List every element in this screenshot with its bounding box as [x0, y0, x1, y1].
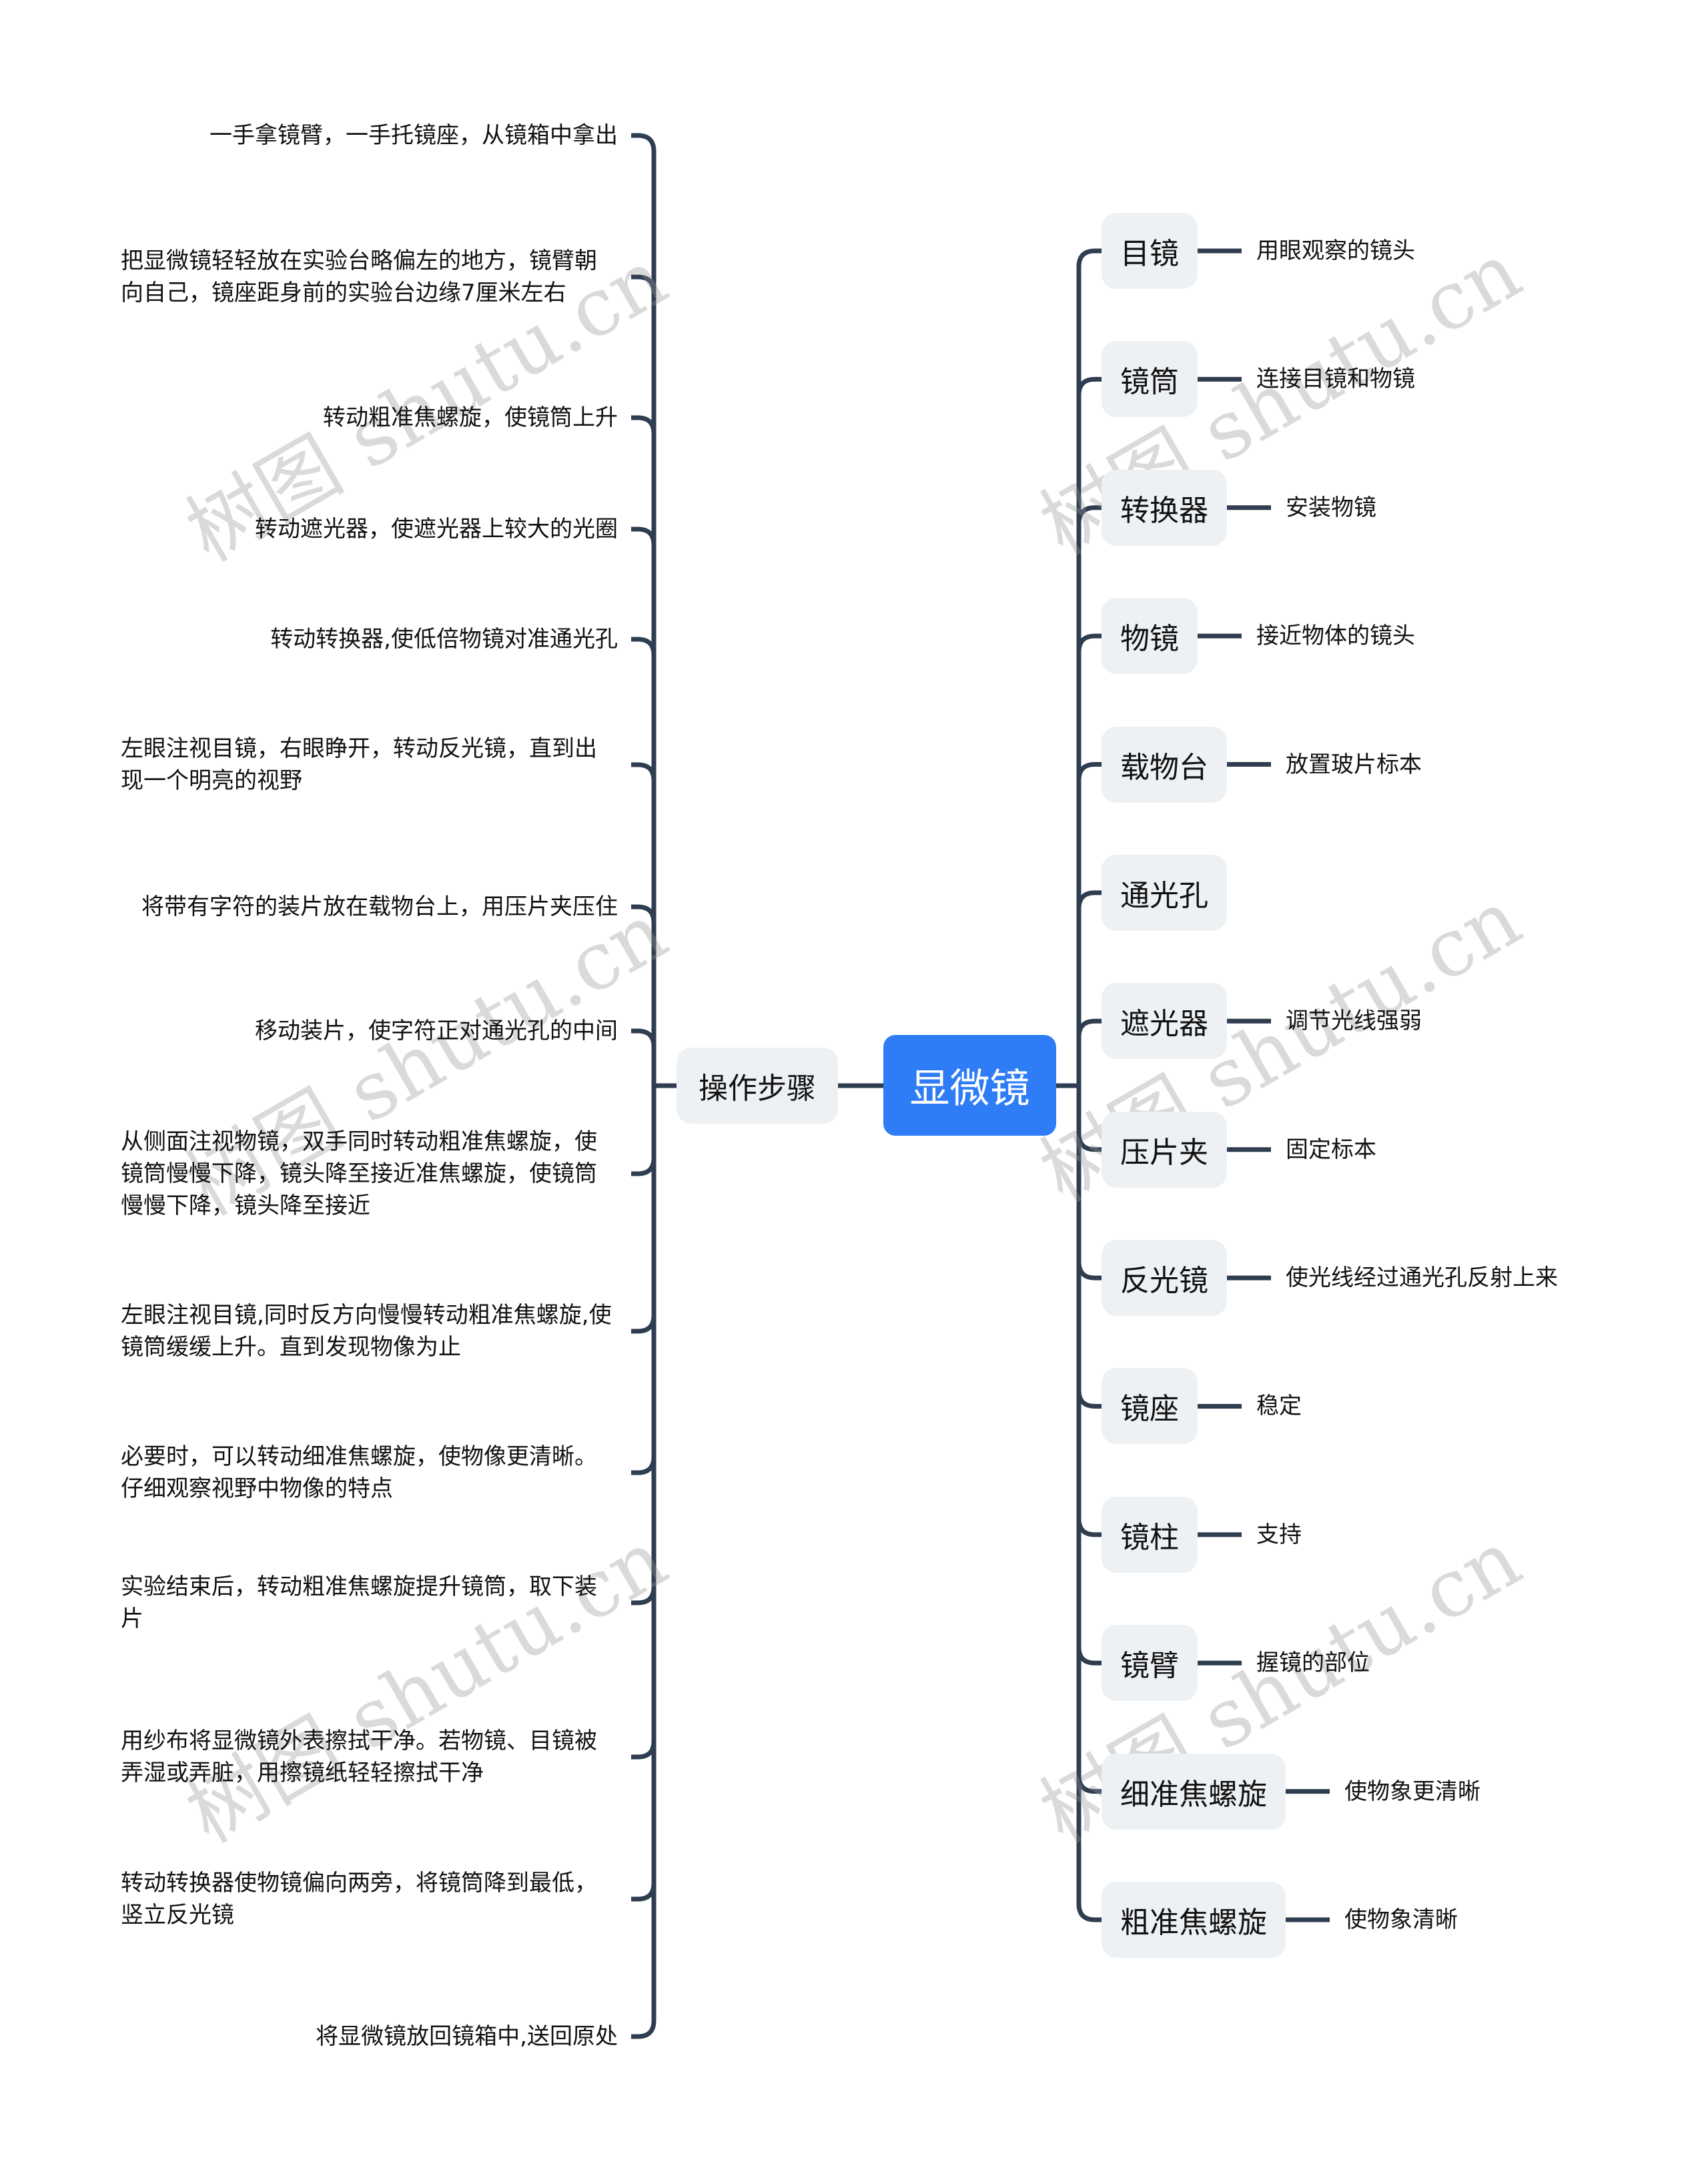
part-description[interactable]: 连接目镜和物镜	[1256, 366, 1415, 392]
step-item[interactable]: 用纱布将显微镜外表擦拭干净。若物镜、目镜被弄湿或弄脏，用擦镜纸轻轻擦拭干净	[121, 1725, 618, 1789]
part-node[interactable]: 细准焦螺旋	[1102, 1753, 1286, 1830]
step-connector	[631, 1315, 657, 1334]
part-node[interactable]: 物镜	[1102, 598, 1198, 675]
part-node[interactable]: 镜座	[1102, 1368, 1198, 1445]
step-connector	[631, 133, 657, 152]
part-connector	[1076, 505, 1102, 524]
part-node-label: 镜座	[1120, 1392, 1179, 1427]
part-connector	[1076, 1133, 1102, 1152]
part-connector	[1076, 1647, 1102, 1666]
step-item[interactable]: 转动转换器使物镜偏向两旁，将镜筒降到最低，竖立反光镜	[121, 1867, 618, 1931]
step-connector	[631, 526, 657, 546]
part-node[interactable]: 通光孔	[1102, 854, 1227, 931]
step-connector	[631, 1157, 657, 1176]
part-node-label: 反光镜	[1120, 1264, 1208, 1299]
step-item[interactable]: 将带有字符的装片放在载物台上，用压片夹压住	[121, 891, 618, 923]
branch-operation-steps[interactable]: 操作步骤	[677, 1048, 838, 1124]
part-node[interactable]: 镜柱	[1102, 1496, 1198, 1573]
part-connector	[1076, 762, 1102, 781]
step-item[interactable]: 转动转换器,使低倍物镜对准通光孔	[121, 623, 618, 655]
step-connector	[631, 2020, 657, 2039]
step-item[interactable]: 移动装片，使字符正对通光孔的中间	[121, 1015, 618, 1047]
connector-lines	[631, 133, 1330, 2039]
part-connector	[1076, 1390, 1102, 1409]
part-description[interactable]: 支持	[1256, 1521, 1302, 1548]
part-description[interactable]: 固定标本	[1286, 1136, 1376, 1163]
step-item[interactable]: 将显微镜放回镜箱中,送回原处	[121, 2021, 618, 2053]
part-connector	[1076, 890, 1102, 910]
part-connector	[1076, 1518, 1102, 1537]
step-item[interactable]: 从侧面注视物镜，双手同时转动粗准焦螺旋，使镜筒慢慢下降，镜头降至接近准焦螺旋，使…	[121, 1126, 618, 1222]
part-connector	[1076, 1261, 1102, 1281]
part-connector	[1076, 248, 1102, 268]
part-description[interactable]: 使光线经过通光孔反射上来	[1286, 1264, 1558, 1291]
part-connector	[1076, 1775, 1102, 1794]
part-connector	[1076, 376, 1102, 396]
part-node-label: 目镜	[1120, 237, 1179, 271]
part-connector	[1076, 633, 1102, 653]
root-node-label: 显微镜	[909, 1066, 1030, 1112]
step-item[interactable]: 实验结束后，转动粗准焦螺旋提升镜筒，取下装片	[121, 1571, 618, 1635]
step-item[interactable]: 左眼注视目镜，右眼睁开，转动反光镜，直到出现一个明亮的视野	[121, 733, 618, 797]
part-node[interactable]: 镜臂	[1102, 1625, 1198, 1702]
branch-operation-steps-label: 操作步骤	[699, 1072, 816, 1106]
step-item[interactable]: 左眼注视目镜,同时反方向慢慢转动粗准焦螺旋,使镜筒缓缓上升。直到发现物像为止	[121, 1299, 618, 1363]
part-description[interactable]: 握镜的部位	[1256, 1650, 1370, 1676]
step-connector	[631, 415, 657, 434]
part-description[interactable]: 使物象更清晰	[1344, 1778, 1480, 1805]
step-connector	[631, 1740, 657, 1760]
part-node-label: 转换器	[1120, 493, 1208, 528]
part-node-label: 物镜	[1120, 622, 1179, 657]
root-node-microscope[interactable]: 显微镜	[883, 1035, 1056, 1136]
part-connector	[1076, 1903, 1102, 1922]
part-description[interactable]: 接近物体的镜头	[1256, 623, 1415, 649]
step-connector	[631, 1456, 657, 1475]
part-node-label: 镜臂	[1120, 1649, 1179, 1684]
part-node-label: 遮光器	[1120, 1007, 1208, 1042]
part-description[interactable]: 安装物镜	[1286, 494, 1376, 521]
part-node[interactable]: 目镜	[1102, 213, 1198, 289]
part-description[interactable]: 使物象清晰	[1344, 1906, 1458, 1933]
part-node-label: 镜柱	[1120, 1520, 1179, 1555]
part-node-label: 细准焦螺旋	[1120, 1777, 1267, 1812]
part-node-label: 载物台	[1120, 750, 1208, 785]
step-item[interactable]: 转动粗准焦螺旋，使镜筒上升	[121, 402, 618, 434]
part-node-label: 压片夹	[1120, 1135, 1208, 1170]
part-node[interactable]: 转换器	[1102, 469, 1227, 546]
part-node-label: 通光孔	[1120, 878, 1208, 913]
part-description[interactable]: 稳定	[1256, 1393, 1302, 1419]
step-connector	[631, 762, 657, 781]
step-item[interactable]: 把显微镜轻轻放在实验台略偏左的地方，镜臂朝向自己，镜座距身前的实验台边缘7厘米左…	[121, 245, 618, 309]
part-connector	[1076, 1018, 1102, 1038]
step-connector	[631, 1586, 657, 1605]
step-connector	[631, 637, 657, 656]
step-connector	[631, 1028, 657, 1048]
part-description[interactable]: 用眼观察的镜头	[1256, 238, 1415, 264]
step-connector	[631, 274, 657, 294]
part-node-label: 粗准焦螺旋	[1120, 1906, 1267, 1940]
step-item[interactable]: 转动遮光器，使遮光器上较大的光圈	[121, 513, 618, 545]
part-node[interactable]: 遮光器	[1102, 983, 1227, 1060]
part-node[interactable]: 镜筒	[1102, 341, 1198, 418]
part-node[interactable]: 压片夹	[1102, 1111, 1227, 1188]
part-description[interactable]: 调节光线强弱	[1286, 1008, 1422, 1034]
part-node[interactable]: 粗准焦螺旋	[1102, 1882, 1286, 1958]
step-item[interactable]: 必要时，可以转动细准焦螺旋，使物像更清晰。仔细观察视野中物像的特点	[121, 1441, 618, 1505]
step-item[interactable]: 一手拿镜臂，一手托镜座，从镜箱中拿出	[121, 119, 618, 151]
step-connector	[631, 1882, 657, 1902]
part-description[interactable]: 放置玻片标本	[1286, 751, 1422, 778]
part-node[interactable]: 反光镜	[1102, 1240, 1227, 1317]
part-node[interactable]: 载物台	[1102, 726, 1227, 803]
part-node-label: 镜筒	[1120, 365, 1179, 400]
step-connector	[631, 904, 657, 924]
